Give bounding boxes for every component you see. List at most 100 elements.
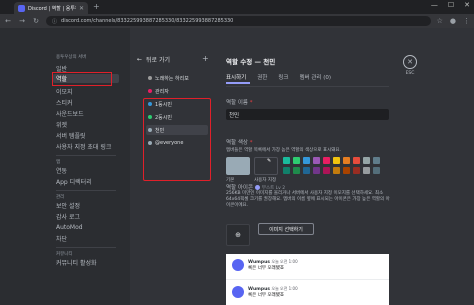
tabs-divider xyxy=(226,86,389,87)
role-color-dot xyxy=(148,102,152,106)
eyedropper-icon: ✎ xyxy=(267,158,272,164)
color-swatch[interactable] xyxy=(353,157,360,164)
back-icon[interactable]: ← xyxy=(4,17,12,25)
preview-message: Wumpus 오늘 오전 1:00 록은 너무 오래됐죠 xyxy=(232,286,298,299)
color-swatch[interactable] xyxy=(313,167,320,174)
choose-image-button[interactable]: 이미지 선택하기 xyxy=(258,223,314,235)
preview-author: Wumpus xyxy=(248,287,270,292)
sidebar-divider xyxy=(56,155,116,156)
role-name-label: 역할 이름 * xyxy=(226,100,253,106)
preview-author: Wumpus xyxy=(248,260,270,265)
sidebar-item-integrations[interactable]: 연동 xyxy=(53,166,119,175)
color-swatch[interactable] xyxy=(283,157,290,164)
bookmark-star-icon[interactable]: ☆ xyxy=(437,17,443,25)
color-swatch[interactable] xyxy=(333,167,340,174)
sidebar-item-soundboard[interactable]: 사운드보드 xyxy=(53,109,119,118)
tab-manage-members[interactable]: 멤버 관리 (0) xyxy=(300,73,332,81)
minimize-button[interactable]: — xyxy=(431,1,438,9)
image-plus-icon: ⊕ xyxy=(235,231,241,239)
role-name: 천민 xyxy=(155,127,165,134)
tab-display[interactable]: 표시하기 xyxy=(226,73,246,81)
role-name: 1등시민 xyxy=(155,101,172,108)
upload-icon-box[interactable]: ⊕ xyxy=(226,224,250,246)
sidebar-divider xyxy=(56,247,116,248)
arrow-left-icon: ← xyxy=(137,56,143,63)
sidebar-item-safety[interactable]: 보안 설정 xyxy=(53,201,119,210)
url-text: discord.com/channels/833225993887285330/… xyxy=(61,18,234,24)
edit-title: 역할 수정 — 천민 xyxy=(226,58,276,66)
color-swatch[interactable] xyxy=(293,167,300,174)
color-swatch[interactable] xyxy=(373,157,380,164)
color-swatch[interactable] xyxy=(343,167,350,174)
color-swatch[interactable] xyxy=(353,167,360,174)
default-color-swatch[interactable] xyxy=(226,157,250,175)
address-bar[interactable]: ⓘ discord.com/channels/83322599388728533… xyxy=(46,16,431,26)
maximize-button[interactable]: ☐ xyxy=(448,1,454,9)
preview-timestamp: 오늘 오전 1:00 xyxy=(271,259,298,264)
role-item[interactable]: 2등시민 xyxy=(146,112,208,122)
mod-section-label: 관리 xyxy=(56,195,65,200)
role-item[interactable]: 관리자 xyxy=(146,86,208,96)
sidebar-item-emoji[interactable]: 이모지 xyxy=(53,87,119,96)
preview-message: Wumpus 오늘 오전 1:00 록은 너무 오래됐죠 xyxy=(232,259,298,272)
color-swatch[interactable] xyxy=(303,167,310,174)
color-swatch[interactable] xyxy=(363,157,370,164)
color-swatch[interactable] xyxy=(323,167,330,174)
color-swatch[interactable] xyxy=(303,157,310,164)
reload-icon[interactable]: ↻ xyxy=(32,17,40,25)
sidebar-item-stickers[interactable]: 스티커 xyxy=(53,98,119,107)
tab-links[interactable]: 링크 xyxy=(278,73,288,81)
close-window-button[interactable]: ✕ xyxy=(464,1,470,9)
sidebar-item-automod[interactable]: AutoMod xyxy=(53,223,119,232)
avatar xyxy=(232,259,244,271)
close-settings[interactable]: ✕ ESC xyxy=(400,55,420,76)
forward-icon[interactable]: → xyxy=(18,17,26,25)
role-item[interactable]: 1등시민 xyxy=(146,99,208,109)
close-icon[interactable]: ✕ xyxy=(403,55,417,69)
edit-tabs: 표시하기 권한 링크 멤버 관리 (0) xyxy=(226,73,331,81)
color-swatch[interactable] xyxy=(323,157,330,164)
browser-navbar: ← → ↻ ⓘ discord.com/channels/83322599388… xyxy=(0,14,474,28)
sidebar-item-invite-link[interactable]: 사용자 지정 초대 링크 xyxy=(53,142,119,151)
color-swatch[interactable] xyxy=(333,157,340,164)
boost-gem-icon xyxy=(255,185,261,190)
browser-tabbar: Discord | 역할 | 용투우상의 서버 ✕ + — ☐ ✕ xyxy=(0,0,474,14)
back-button[interactable]: ← 뒤로 가기 xyxy=(137,55,170,64)
preview-text: 록은 너무 오래됐죠 xyxy=(248,293,284,298)
new-tab-button[interactable]: + xyxy=(93,2,100,11)
add-role-button[interactable]: + xyxy=(202,54,209,63)
role-color-desc: 멤버들은 역할 목록에서 가장 높은 역할의 색상으로 표시돼요. xyxy=(226,148,341,153)
site-info-icon[interactable]: ⓘ xyxy=(52,18,57,25)
sidebar-item-audit-log[interactable]: 감사 로그 xyxy=(53,212,119,221)
role-item[interactable]: @everyone xyxy=(146,138,208,148)
sidebar-item-bans[interactable]: 차단 xyxy=(53,234,119,243)
color-swatch[interactable] xyxy=(343,157,350,164)
role-name-input[interactable] xyxy=(226,109,389,120)
sidebar-item-enable-community[interactable]: 커뮤니티 활성화 xyxy=(53,258,119,267)
menu-dots-icon[interactable]: ⋮ xyxy=(463,17,470,25)
sidebar-item-app-directory[interactable]: App 디렉터리 xyxy=(53,177,119,186)
highlight-roles xyxy=(52,72,112,86)
sidebar-item-templates[interactable]: 서버 템플릿 xyxy=(53,131,119,140)
sidebar-item-widget[interactable]: 위젯 xyxy=(53,120,119,129)
tab-close-icon[interactable]: ✕ xyxy=(79,5,84,12)
color-swatch[interactable] xyxy=(313,157,320,164)
custom-color-swatch[interactable] xyxy=(254,157,278,175)
preview-divider xyxy=(226,279,389,280)
color-swatch[interactable] xyxy=(283,167,290,174)
profile-icon[interactable]: ● xyxy=(450,17,456,25)
browser-tab[interactable]: Discord | 역할 | 용투우상의 서버 ✕ xyxy=(14,2,88,14)
role-icon-desc: 256KB 미만인 이미지를 올리거나 서버에서 사용자 지정 이모지를 선택하… xyxy=(226,191,390,208)
role-item[interactable]: 노래하는 하리보 xyxy=(146,73,208,83)
role-item-selected[interactable]: 천민 xyxy=(146,125,208,135)
tab-title: Discord | 역할 | 용투우상의 서버 xyxy=(28,5,76,12)
role-color-dot xyxy=(148,115,152,119)
color-swatch[interactable] xyxy=(363,167,370,174)
active-tab-indicator xyxy=(226,82,250,84)
color-swatch[interactable] xyxy=(373,167,380,174)
role-name: @everyone xyxy=(155,140,184,146)
tab-permissions[interactable]: 권한 xyxy=(257,73,267,81)
window-controls: — ☐ ✕ xyxy=(431,1,470,9)
color-swatch[interactable] xyxy=(293,157,300,164)
role-color-label: 역할 색상 * xyxy=(226,140,253,146)
